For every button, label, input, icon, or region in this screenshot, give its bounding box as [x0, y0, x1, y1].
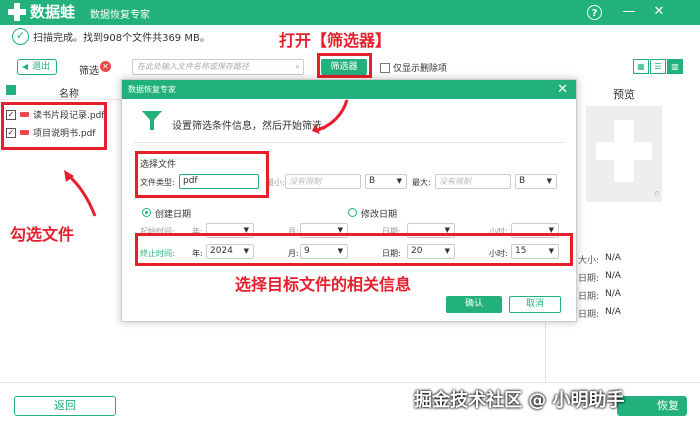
annotation-arrows [64, 99, 349, 217]
watermark: 掘金技术社区 @ 小明助手 [414, 390, 625, 411]
